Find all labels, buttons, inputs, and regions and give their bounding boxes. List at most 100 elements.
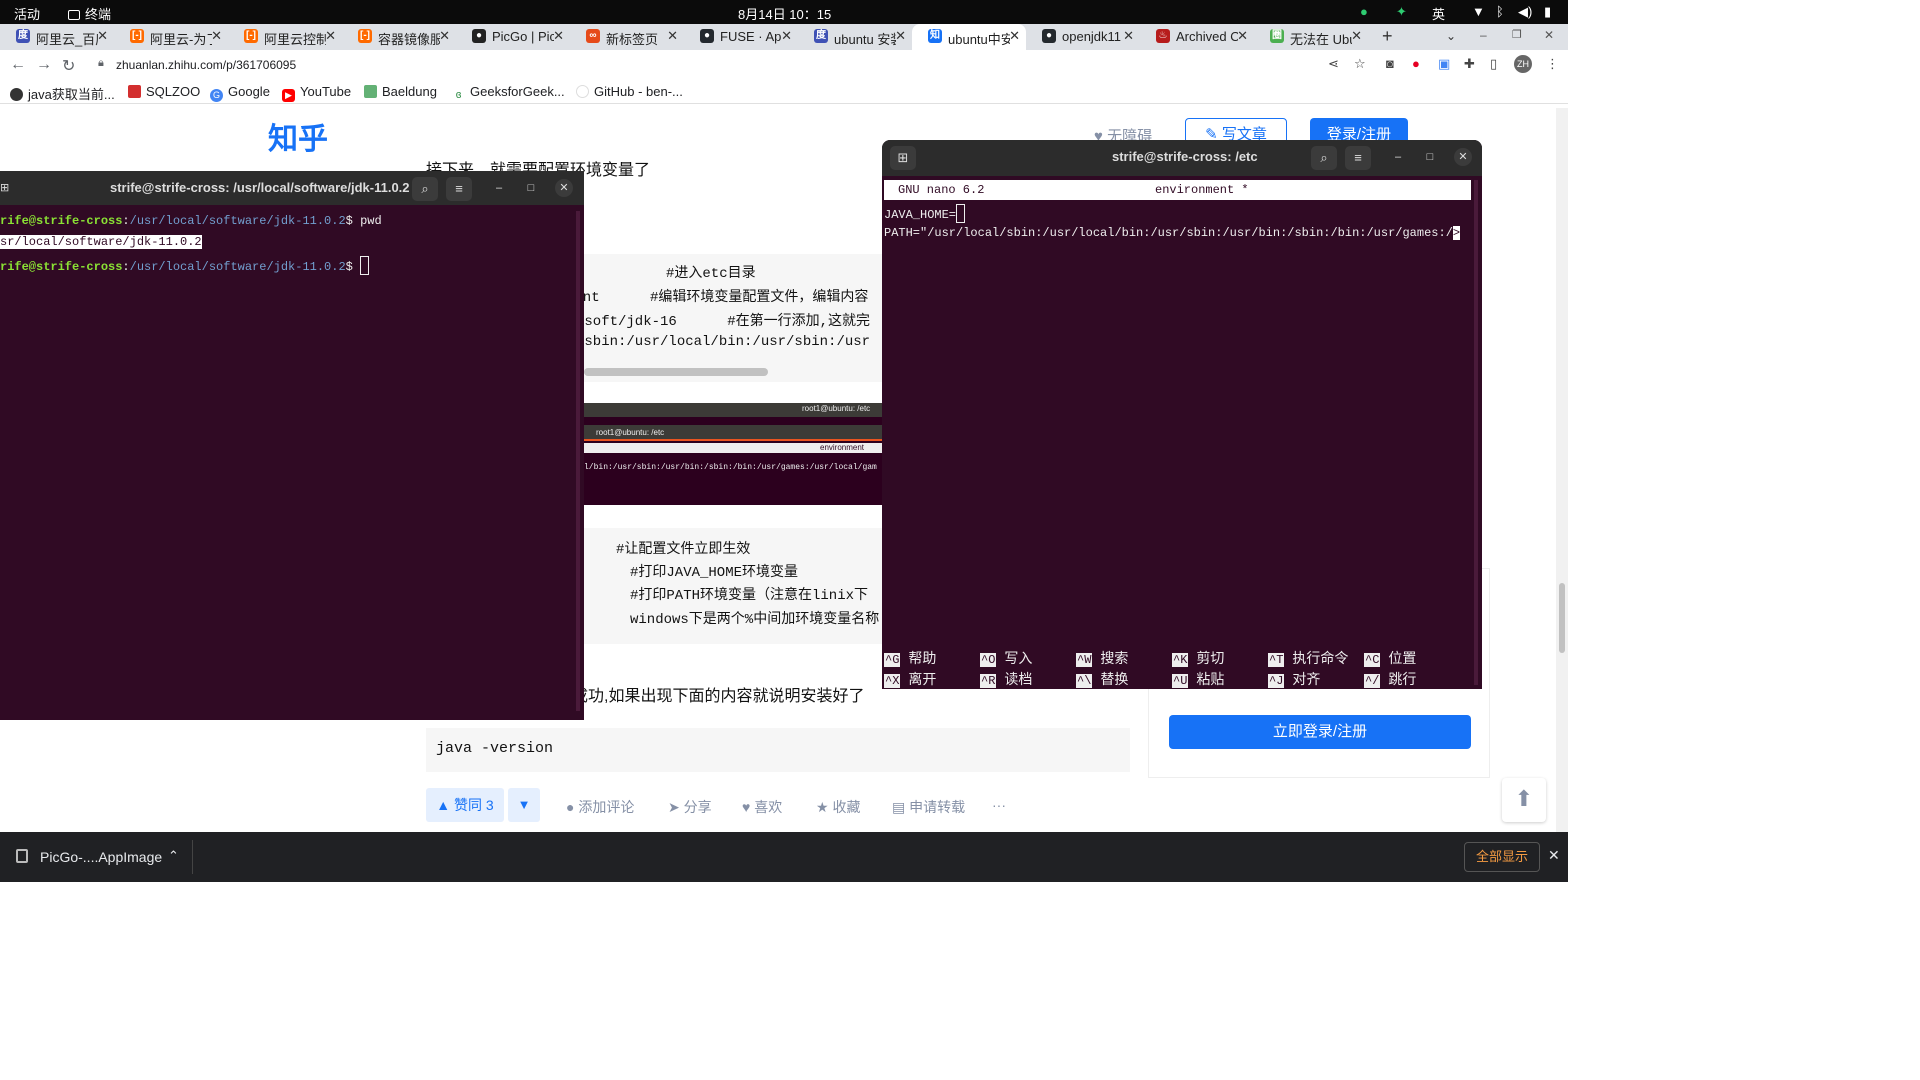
terminal-window-jdk[interactable]: ⊞ strife@strife-cross: /usr/local/softwa… (0, 171, 584, 720)
minimize-button[interactable]: – (1389, 148, 1407, 166)
hamburger-menu-icon[interactable]: ≡ (446, 177, 472, 201)
terminal-titlebar[interactable]: ⊞ strife@strife-cross: /usr/local/softwa… (0, 171, 584, 205)
bookmark-item[interactable]: Baeldung (364, 84, 437, 99)
code-line: /soft/jdk-16 #在第一行添加,这就完 (576, 314, 871, 330)
comment-button[interactable]: ● 添加评论 (566, 797, 634, 817)
wechat-tray-icon[interactable]: ● (1360, 4, 1368, 19)
tab-close-icon[interactable]: ✕ (1351, 28, 1362, 44)
extension-icon[interactable]: ◙ (1386, 56, 1394, 71)
search-icon[interactable]: ⌕ (412, 177, 438, 201)
collect-button[interactable]: ★ 收藏 (816, 797, 860, 817)
restore-button[interactable]: ❐ (1512, 28, 1522, 41)
browser-tab[interactable]: 度阿里云_百度✕ (0, 24, 114, 50)
battery-icon[interactable]: ▮ (1544, 4, 1551, 20)
wifi-icon[interactable]: ▼ (1472, 4, 1485, 19)
browser-tab[interactable]: ♨ Archived OpenJDK✕ (1140, 24, 1254, 50)
nano-text-line[interactable]: PATH="/usr/local/sbin:/usr/local/bin:/us… (884, 226, 1461, 240)
share-icon[interactable]: ⋖ (1328, 56, 1339, 72)
menu-kebab-icon[interactable]: ⋮ (1546, 56, 1559, 72)
bookmark-star-icon[interactable]: ☆ (1354, 56, 1366, 72)
close-button[interactable]: ✕ (1454, 148, 1472, 166)
tab-close-icon[interactable]: ✕ (1009, 28, 1020, 44)
sidepanel-icon[interactable]: ▯ (1490, 56, 1497, 72)
new-tab-icon[interactable]: ⊞ (0, 181, 9, 194)
volume-icon[interactable]: ◀) (1518, 4, 1532, 20)
more-button[interactable]: ··· (992, 797, 1006, 813)
search-icon[interactable]: ⌕ (1311, 146, 1337, 170)
tray-app-icon[interactable]: ✦ (1396, 4, 1407, 20)
show-all-button[interactable]: 全部显示 (1464, 842, 1540, 872)
tab-close-icon[interactable]: ✕ (895, 28, 906, 44)
forward-arrow-icon[interactable]: → (36, 56, 52, 74)
profile-avatar[interactable]: ZH (1514, 55, 1532, 73)
browser-tab[interactable]: [-] 阿里云控制台✕ (228, 24, 342, 50)
bookmark-item[interactable]: GitHub - ben-... (576, 84, 683, 99)
browser-tab[interactable]: 知 ubuntu中安装✕ (912, 24, 1026, 50)
close-button[interactable]: ✕ (555, 179, 573, 197)
download-item[interactable]: PicGo-....AppImage (40, 849, 162, 865)
tab-close-icon[interactable]: ✕ (325, 28, 336, 44)
tab-close-icon[interactable]: ✕ (667, 28, 678, 44)
reprint-button[interactable]: ▤ 申请转载 (892, 797, 965, 817)
upvote-button[interactable]: ▲ 赞同 3 (426, 788, 504, 822)
input-method-indicator[interactable]: 英 (1432, 4, 1445, 23)
terminal-window-nano[interactable]: ⊞ strife@strife-cross: /etc ⌕ ≡ – □ ✕ GN… (882, 140, 1482, 689)
tab-close-icon[interactable]: ✕ (553, 28, 564, 44)
browser-tab[interactable]: 圈无法在 Ubuntu✕ (1254, 24, 1368, 50)
activities-button[interactable]: 活动 (14, 4, 40, 23)
terminal-titlebar[interactable]: ⊞ strife@strife-cross: /etc ⌕ ≡ – □ ✕ (882, 140, 1482, 176)
close-shelf-icon[interactable]: ✕ (1548, 847, 1560, 864)
login-register-button[interactable]: 立即登录/注册 (1169, 715, 1471, 749)
tab-search-chevron-icon[interactable]: ⌄ (1446, 29, 1456, 43)
tab-close-icon[interactable]: ✕ (97, 28, 108, 44)
tab-close-icon[interactable]: ✕ (211, 28, 222, 44)
tab-close-icon[interactable]: ✕ (1237, 28, 1248, 44)
translate-icon[interactable]: ▣ (1438, 56, 1450, 72)
scrollbar-thumb[interactable] (1559, 583, 1565, 653)
tab-close-icon[interactable]: ✕ (439, 28, 450, 44)
browser-tab[interactable]: ● PicGo | PicGo✕ (456, 24, 570, 50)
like-button[interactable]: ♥ 喜欢 (742, 797, 782, 817)
terminal-scrollbar[interactable] (1474, 180, 1478, 685)
bookmark-item[interactable]: SQLZOO (128, 84, 200, 99)
address-bar[interactable]: 🔒︎ zhuanlan.zhihu.com/p/361706095 (88, 53, 1378, 77)
terminal-app-menu[interactable]: 终端 (68, 4, 111, 23)
close-button[interactable]: ✕ (1544, 28, 1554, 42)
bluetooth-icon[interactable]: ᛒ (1496, 4, 1504, 19)
maximize-button[interactable]: □ (1421, 148, 1439, 166)
back-to-top-button[interactable]: ⬆ (1502, 778, 1546, 822)
page-scrollbar[interactable] (1556, 108, 1568, 832)
pinterest-icon[interactable]: ● (1412, 56, 1420, 71)
zhihu-logo[interactable]: 知乎 (268, 114, 328, 158)
text-cursor (360, 256, 370, 275)
code-scrollbar[interactable] (584, 368, 768, 376)
new-tab-button[interactable]: + (1382, 26, 1393, 47)
bookmark-item[interactable]: ▶ YouTube (282, 84, 351, 102)
browser-tab[interactable]: [-] 阿里云-为了✕ (114, 24, 228, 50)
chevron-up-icon[interactable]: ⌃ (168, 848, 179, 864)
clock[interactable]: 8月14日 10：15 (738, 4, 831, 23)
puzzle-icon[interactable]: ✚ (1464, 56, 1475, 72)
tab-close-icon[interactable]: ✕ (781, 28, 792, 44)
tab-close-icon[interactable]: ✕ (1123, 28, 1134, 44)
minimize-button[interactable]: – (490, 179, 508, 197)
browser-tab[interactable]: [-] 容器镜像服务✕ (342, 24, 456, 50)
maximize-button[interactable]: □ (522, 179, 540, 197)
share-button[interactable]: ➤ 分享 (668, 797, 712, 817)
bookmark-item[interactable]: G Google (210, 84, 270, 102)
hamburger-menu-icon[interactable]: ≡ (1345, 146, 1371, 170)
nano-shortcut: ^U 粘贴 (1172, 669, 1224, 689)
new-tab-icon[interactable]: ⊞ (890, 146, 916, 170)
browser-tab[interactable]: ∞ 新标签页 ✕ (570, 24, 684, 50)
downvote-button[interactable]: ▼ (508, 788, 540, 822)
bookmark-item[interactable]: ɞ GeeksforGeek... (452, 84, 565, 102)
nano-text-line[interactable]: JAVA_HOME= (884, 204, 966, 223)
terminal-scrollbar[interactable] (576, 211, 580, 711)
browser-tab[interactable]: ● openjdk11 ✕ (1026, 24, 1140, 50)
browser-tab[interactable]: ● FUSE · AppImage✕ (684, 24, 798, 50)
browser-tab[interactable]: 度 ubuntu 安装✕ (798, 24, 912, 50)
bookmark-item[interactable]: java获取当前... (10, 84, 115, 103)
reload-icon[interactable]: ↻ (62, 56, 75, 76)
back-arrow-icon[interactable]: ← (10, 56, 26, 74)
minimize-button[interactable]: – (1480, 28, 1487, 42)
